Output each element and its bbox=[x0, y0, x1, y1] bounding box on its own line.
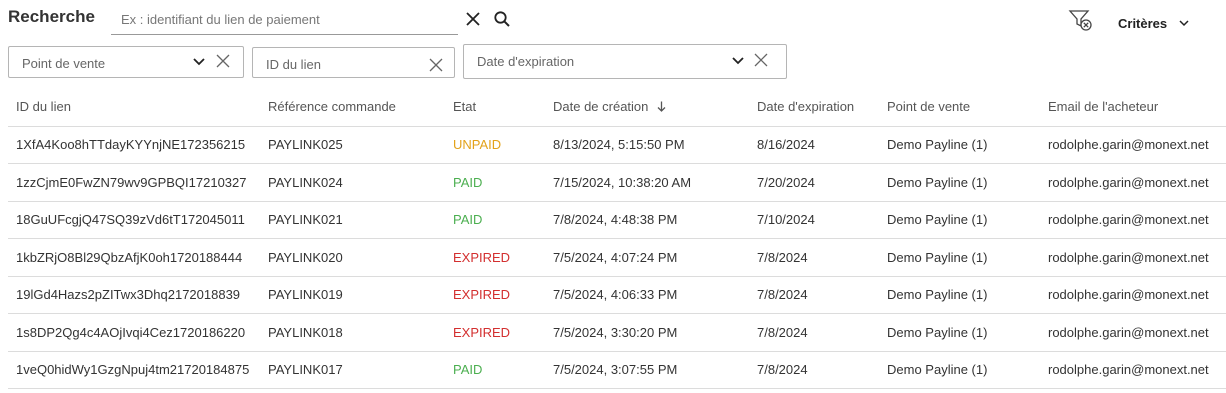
cell-link-id: 1XfA4Koo8hTTdayKYYnjNE172356215 bbox=[8, 126, 260, 164]
cell-buyer-email: rodolphe.garin@monext.net bbox=[1040, 351, 1226, 389]
column-header-buyer-email[interactable]: Email de l'acheteur bbox=[1040, 88, 1226, 127]
cell-creation-date: 7/5/2024, 4:07:24 PM bbox=[545, 238, 749, 277]
table-row[interactable]: 1zzCjmE0FwZN79wv9GPBQI17210327 PAYLINK02… bbox=[8, 163, 1226, 202]
cell-creation-date: 7/8/2024, 4:48:38 PM bbox=[545, 201, 749, 239]
cell-expiration-date: 7/8/2024 bbox=[749, 276, 879, 314]
cell-creation-date: 8/13/2024, 5:15:50 PM bbox=[545, 126, 749, 164]
column-header-creation-date-label: Date de création bbox=[553, 99, 649, 115]
cell-buyer-email: rodolphe.garin@monext.net bbox=[1040, 163, 1226, 202]
criteria-dropdown[interactable]: Critères bbox=[1118, 14, 1189, 32]
cell-point-of-sale: Demo Payline (1) bbox=[879, 126, 1040, 164]
payment-links-page: Recherche Critères Point de vente bbox=[0, 0, 1226, 393]
cell-buyer-email: rodolphe.garin@monext.net bbox=[1040, 276, 1226, 314]
table-row[interactable]: 1s8DP2Qg4c4AOjIvqi4Cez1720186220 PAYLINK… bbox=[8, 313, 1226, 352]
status-badge: EXPIRED bbox=[445, 238, 545, 277]
point-of-sale-label: Point de vente bbox=[22, 56, 106, 71]
cell-creation-date: 7/5/2024, 3:30:20 PM bbox=[545, 313, 749, 352]
column-header-expiration-date[interactable]: Date d'expiration bbox=[749, 88, 879, 127]
close-icon[interactable] bbox=[429, 58, 443, 72]
cell-link-id: 19lGd4Hazs2pZITwx3Dhq2172018839 bbox=[8, 276, 260, 314]
cell-point-of-sale: Demo Payline (1) bbox=[879, 313, 1040, 352]
cell-buyer-email: rodolphe.garin@monext.net bbox=[1040, 238, 1226, 277]
cell-point-of-sale: Demo Payline (1) bbox=[879, 276, 1040, 314]
cell-creation-date: 7/15/2024, 10:38:20 AM bbox=[545, 163, 749, 202]
status-badge: EXPIRED bbox=[445, 313, 545, 352]
expiration-date-select[interactable]: Date d'expiration bbox=[463, 44, 787, 79]
point-of-sale-select[interactable]: Point de vente bbox=[8, 46, 244, 78]
cell-order-reference: PAYLINK025 bbox=[260, 126, 445, 164]
cell-order-reference: PAYLINK020 bbox=[260, 238, 445, 277]
cell-point-of-sale: Demo Payline (1) bbox=[879, 163, 1040, 202]
cell-order-reference: PAYLINK017 bbox=[260, 351, 445, 389]
cell-expiration-date: 8/16/2024 bbox=[749, 126, 879, 164]
search-bar: Recherche Critères bbox=[0, 0, 1226, 40]
payment-links-table: ID du lien Référence commande Etat Date … bbox=[8, 88, 1226, 389]
column-header-creation-date[interactable]: Date de création bbox=[545, 88, 749, 127]
close-icon[interactable] bbox=[465, 11, 481, 27]
cell-expiration-date: 7/8/2024 bbox=[749, 238, 879, 277]
column-header-status[interactable]: Etat bbox=[445, 88, 545, 127]
cell-order-reference: PAYLINK024 bbox=[260, 163, 445, 202]
search-input[interactable] bbox=[111, 6, 458, 32]
table-row[interactable]: 1XfA4Koo8hTTdayKYYnjNE172356215 PAYLINK0… bbox=[8, 126, 1226, 164]
cell-buyer-email: rodolphe.garin@monext.net bbox=[1040, 126, 1226, 164]
cell-link-id: 1veQ0hidWy1GzgNpuj4tm21720184875 bbox=[8, 351, 260, 389]
cell-expiration-date: 7/20/2024 bbox=[749, 163, 879, 202]
column-header-order-reference[interactable]: Référence commande bbox=[260, 88, 445, 127]
cell-order-reference: PAYLINK019 bbox=[260, 276, 445, 314]
cell-link-id: 1zzCjmE0FwZN79wv9GPBQI17210327 bbox=[8, 163, 260, 202]
status-badge: PAID bbox=[445, 351, 545, 389]
chevron-down-icon bbox=[1179, 19, 1189, 26]
cell-link-id: 18GuUFcgjQ47SQ39zVd6tT172045011 bbox=[8, 201, 260, 239]
cell-point-of-sale: Demo Payline (1) bbox=[879, 238, 1040, 277]
close-icon[interactable] bbox=[754, 53, 768, 67]
cell-order-reference: PAYLINK018 bbox=[260, 313, 445, 352]
chevron-down-icon[interactable] bbox=[732, 57, 744, 65]
table-row[interactable]: 18GuUFcgjQ47SQ39zVd6tT172045011 PAYLINK0… bbox=[8, 201, 1226, 239]
cell-expiration-date: 7/10/2024 bbox=[749, 201, 879, 239]
link-id-field[interactable]: ID du lien bbox=[252, 47, 455, 78]
criteria-label: Critères bbox=[1118, 15, 1168, 31]
close-icon[interactable] bbox=[216, 54, 230, 68]
status-badge: PAID bbox=[445, 163, 545, 202]
arrow-down-icon bbox=[657, 101, 666, 113]
chevron-down-icon[interactable] bbox=[193, 58, 205, 66]
cell-expiration-date: 7/8/2024 bbox=[749, 313, 879, 352]
cell-buyer-email: rodolphe.garin@monext.net bbox=[1040, 313, 1226, 352]
table-row[interactable]: 1kbZRjO8Bl29QbzAfjK0oh1720188444 PAYLINK… bbox=[8, 238, 1226, 277]
link-id-label: ID du lien bbox=[266, 57, 321, 72]
cell-point-of-sale: Demo Payline (1) bbox=[879, 201, 1040, 239]
table-header-row: ID du lien Référence commande Etat Date … bbox=[8, 88, 1226, 127]
cell-creation-date: 7/5/2024, 3:07:55 PM bbox=[545, 351, 749, 389]
cell-buyer-email: rodolphe.garin@monext.net bbox=[1040, 201, 1226, 239]
cell-link-id: 1s8DP2Qg4c4AOjIvqi4Cez1720186220 bbox=[8, 313, 260, 352]
cell-order-reference: PAYLINK021 bbox=[260, 201, 445, 239]
cell-expiration-date: 7/8/2024 bbox=[749, 351, 879, 389]
cell-point-of-sale: Demo Payline (1) bbox=[879, 351, 1040, 389]
status-badge: PAID bbox=[445, 201, 545, 239]
search-field[interactable] bbox=[111, 6, 458, 35]
filter-clear-icon[interactable] bbox=[1068, 8, 1094, 32]
column-header-link-id[interactable]: ID du lien bbox=[8, 88, 260, 127]
table-row[interactable]: 19lGd4Hazs2pZITwx3Dhq2172018839 PAYLINK0… bbox=[8, 276, 1226, 314]
status-badge: UNPAID bbox=[445, 126, 545, 164]
table-row[interactable]: 1veQ0hidWy1GzgNpuj4tm21720184875 PAYLINK… bbox=[8, 351, 1226, 389]
status-badge: EXPIRED bbox=[445, 276, 545, 314]
expiration-date-label: Date d'expiration bbox=[477, 54, 575, 69]
page-title: Recherche bbox=[8, 7, 95, 26]
column-header-point-of-sale[interactable]: Point de vente bbox=[879, 88, 1040, 127]
search-icon[interactable] bbox=[493, 10, 511, 28]
cell-creation-date: 7/5/2024, 4:06:33 PM bbox=[545, 276, 749, 314]
cell-link-id: 1kbZRjO8Bl29QbzAfjK0oh1720188444 bbox=[8, 238, 260, 277]
